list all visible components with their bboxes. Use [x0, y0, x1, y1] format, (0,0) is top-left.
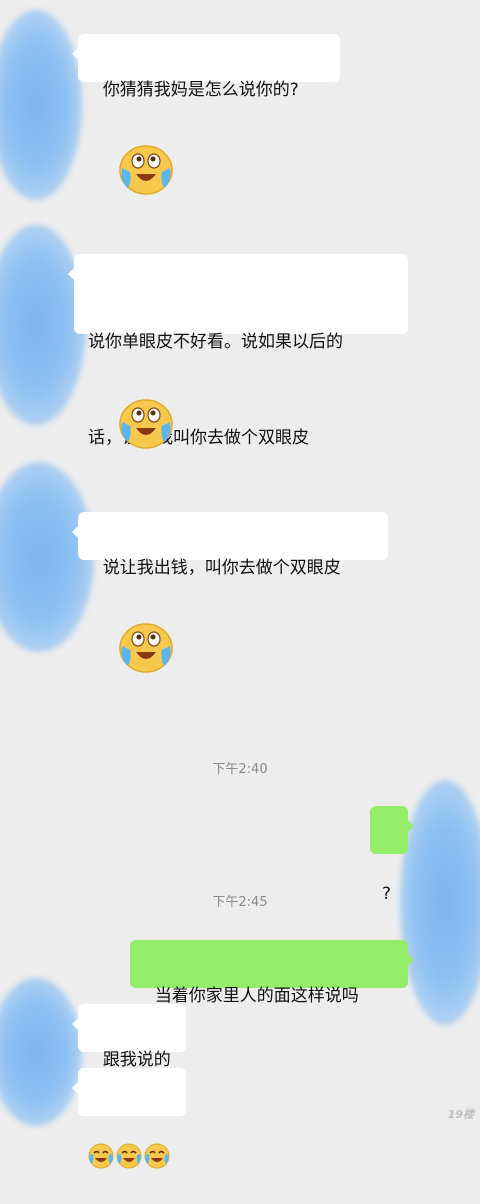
message-text: 说让我出钱，叫你去做个双眼皮 [102, 558, 341, 578]
message-text-line: 说你单眼皮不好看。说如果以后的 [88, 332, 343, 352]
outgoing-message[interactable]: ? [370, 806, 414, 904]
blurred-avatar [0, 10, 82, 200]
timestamp: 下午2:45 [212, 895, 268, 910]
incoming-message[interactable]: 跟我说的 [72, 1004, 186, 1070]
crying-laughing-emoji-icon[interactable] [118, 622, 174, 674]
message-text: 你猜猜我妈是怎么说你的? [102, 80, 299, 100]
crying-laughing-emoji-icon[interactable] [118, 398, 174, 450]
incoming-message[interactable]: 你猜猜我妈是怎么说你的? [72, 34, 340, 100]
timestamp: 下午2:40 [212, 762, 268, 777]
message-text: 当着你家里人的面这样说吗 [154, 986, 359, 1006]
emoji-row [88, 1140, 176, 1172]
crying-laughing-emoji-icon [116, 1143, 142, 1169]
outgoing-message[interactable]: 当着你家里人的面这样说吗 [130, 940, 414, 1006]
crying-laughing-emoji-icon [144, 1143, 170, 1169]
crying-laughing-emoji-icon[interactable] [118, 144, 174, 196]
message-text: 跟我说的 [102, 1050, 171, 1070]
watermark: 19楼 [447, 1108, 474, 1121]
blurred-avatar [0, 978, 82, 1126]
crying-laughing-emoji-icon [88, 1143, 114, 1169]
incoming-emoji-message[interactable] [72, 1068, 186, 1169]
incoming-message[interactable]: 说让我出钱，叫你去做个双眼皮 [72, 512, 388, 578]
incoming-message[interactable]: 说你单眼皮不好看。说如果以后的 话，让让我叫你去做个双眼皮 [68, 254, 408, 448]
